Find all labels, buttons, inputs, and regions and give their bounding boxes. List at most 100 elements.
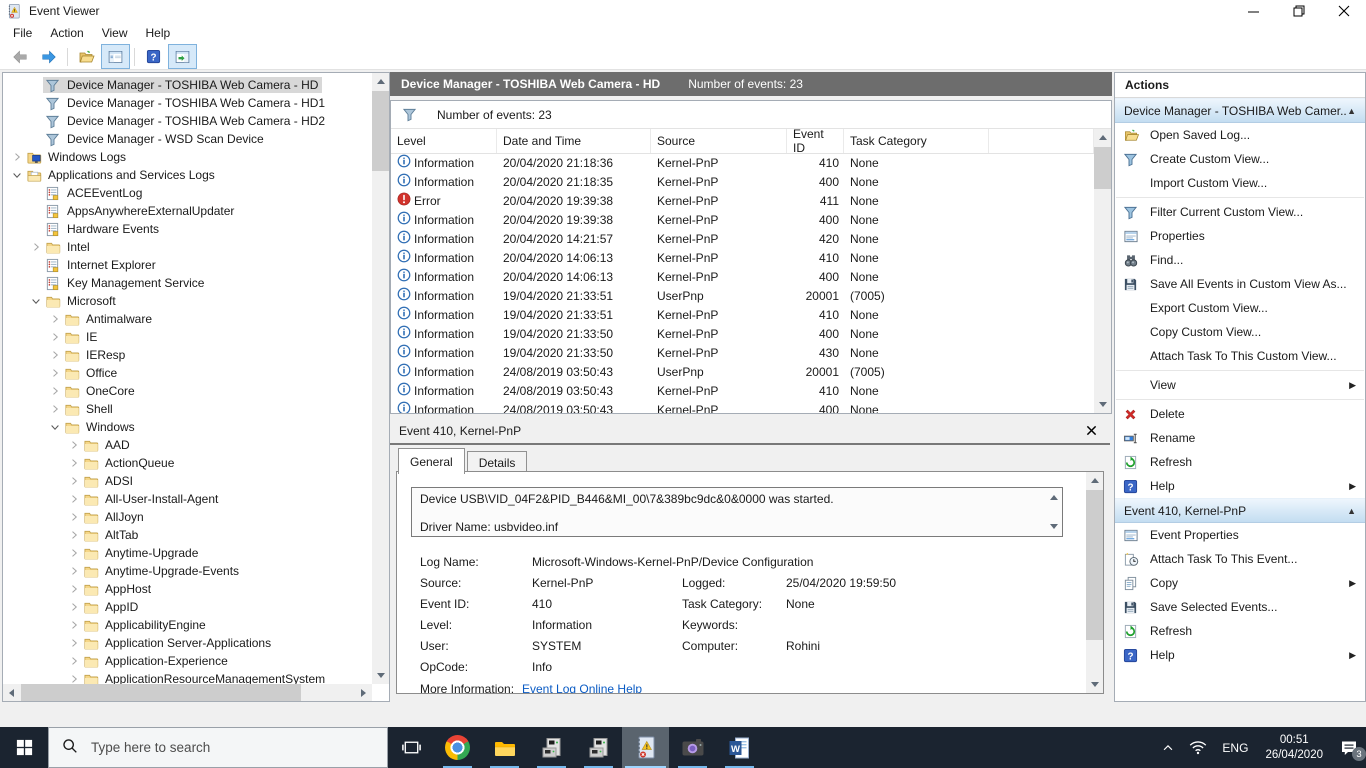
tree-item-aad[interactable]: AAD xyxy=(3,436,372,454)
action-refresh[interactable]: Refresh xyxy=(1115,450,1365,474)
tree-item-applications-and-services-logs[interactable]: Applications and Services Logs xyxy=(3,166,372,184)
forward-icon[interactable] xyxy=(34,44,63,69)
restore-button[interactable] xyxy=(1276,0,1321,22)
scroll-down-icon[interactable] xyxy=(1086,676,1103,693)
action-rename[interactable]: Rename xyxy=(1115,426,1365,450)
tree-item-hardware-events[interactable]: Hardware Events xyxy=(3,220,372,238)
message-scroll-up-icon[interactable] xyxy=(1047,491,1061,503)
task-view-button[interactable] xyxy=(388,727,434,768)
open-saved-log-icon[interactable] xyxy=(72,44,101,69)
chevron-right-icon[interactable] xyxy=(28,240,43,255)
chevron-right-icon[interactable] xyxy=(66,456,81,471)
event-row[interactable]: Information 20/04/2020 14:21:57 Kernel-PnP… xyxy=(391,229,1094,248)
scrollbar-thumb[interactable] xyxy=(1086,490,1103,640)
scroll-up-icon[interactable] xyxy=(1086,472,1103,489)
chevron-right-icon[interactable] xyxy=(66,582,81,597)
back-icon[interactable] xyxy=(5,44,34,69)
wifi-icon[interactable] xyxy=(1182,727,1214,768)
scrollbar-thumb[interactable] xyxy=(21,684,301,701)
tree-item-alttab[interactable]: AltTab xyxy=(3,526,372,544)
chevron-right-icon[interactable] xyxy=(66,564,81,579)
collapse-icon[interactable]: ▲ xyxy=(1347,106,1356,116)
event-row[interactable]: Information 20/04/2020 19:39:38 Kernel-PnP… xyxy=(391,210,1094,229)
chevron-down-icon[interactable] xyxy=(9,168,24,183)
chevron-right-icon[interactable] xyxy=(47,366,62,381)
menu-help[interactable]: Help xyxy=(137,23,180,43)
chevron-down-icon[interactable] xyxy=(47,420,62,435)
details-vertical-scrollbar[interactable] xyxy=(1086,472,1103,693)
action-save-all-events-in-custom-view-as[interactable]: Save All Events in Custom View As... xyxy=(1115,272,1365,296)
event-row[interactable]: Information 20/04/2020 21:18:36 Kernel-PnP… xyxy=(391,153,1094,172)
action-find[interactable]: Find... xyxy=(1115,248,1365,272)
chevron-right-icon[interactable] xyxy=(66,510,81,525)
column-header-event-id[interactable]: Event ID xyxy=(787,127,844,155)
event-row[interactable]: Information 20/04/2020 14:06:13 Kernel-PnP… xyxy=(391,248,1094,267)
taskbar-app-device-manager[interactable] xyxy=(528,727,575,768)
column-header-source[interactable]: Source xyxy=(651,129,787,153)
action-export-custom-view[interactable]: Export Custom View... xyxy=(1115,296,1365,320)
tree-item-microsoft[interactable]: Microsoft xyxy=(3,292,372,310)
tree-item-key-management-service[interactable]: Key Management Service xyxy=(3,274,372,292)
tree-item-device-manager-toshiba-web-camera-hd[interactable]: Device Manager - TOSHIBA Web Camera - HD xyxy=(3,76,372,94)
chevron-right-icon[interactable] xyxy=(47,312,62,327)
chevron-down-icon[interactable] xyxy=(28,294,43,309)
chevron-right-icon[interactable] xyxy=(66,438,81,453)
tree-item-alljoyn[interactable]: AllJoyn xyxy=(3,508,372,526)
chevron-right-icon[interactable] xyxy=(66,474,81,489)
menu-file[interactable]: File xyxy=(4,23,41,43)
action-copy-custom-view[interactable]: Copy Custom View... xyxy=(1115,320,1365,344)
column-header-task-category[interactable]: Task Category xyxy=(844,129,989,153)
chevron-right-icon[interactable] xyxy=(66,528,81,543)
tree-item-all-user-install-agent[interactable]: All-User-Install-Agent xyxy=(3,490,372,508)
tree-item-appsanywhereexternalupdater[interactable]: AppsAnywhereExternalUpdater xyxy=(3,202,372,220)
close-icon[interactable] xyxy=(1082,424,1101,439)
scroll-left-icon[interactable] xyxy=(3,684,20,701)
action-open-saved-log[interactable]: Open Saved Log... xyxy=(1115,123,1365,147)
action-copy[interactable]: Copy ▶ xyxy=(1115,571,1365,595)
event-row[interactable]: Information 24/08/2019 03:50:43 Kernel-PnP… xyxy=(391,381,1094,400)
action-properties[interactable]: Properties xyxy=(1115,224,1365,248)
column-header-level[interactable]: Level xyxy=(391,129,497,153)
scroll-down-icon[interactable] xyxy=(372,667,389,684)
tree-item-aceeventlog[interactable]: ACEEventLog xyxy=(3,184,372,202)
list-vertical-scrollbar[interactable] xyxy=(1094,129,1111,413)
action-attach-task-to-this-custom-view[interactable]: Attach Task To This Custom View... xyxy=(1115,344,1365,368)
tree-item-onecore[interactable]: OneCore xyxy=(3,382,372,400)
action-help[interactable]: ? Help ▶ xyxy=(1115,643,1365,667)
taskbar-app-camera[interactable] xyxy=(669,727,716,768)
tree-item-device-manager-wsd-scan-device[interactable]: Device Manager - WSD Scan Device xyxy=(3,130,372,148)
chevron-right-icon[interactable] xyxy=(66,546,81,561)
help-icon[interactable]: ? xyxy=(139,44,168,69)
tree-item-applicationresourcemanagementsystem[interactable]: ApplicationResourceManagementSystem xyxy=(3,670,372,684)
scroll-down-icon[interactable] xyxy=(1094,396,1111,413)
event-row[interactable]: Information 24/08/2019 03:50:43 Kernel-PnP… xyxy=(391,400,1094,413)
action-attach-task-to-this-event[interactable]: Attach Task To This Event... xyxy=(1115,547,1365,571)
notification-icon[interactable]: 3 xyxy=(1332,727,1366,768)
chevron-right-icon[interactable] xyxy=(66,618,81,633)
show-action-pane-icon[interactable] xyxy=(168,44,197,69)
scroll-up-icon[interactable] xyxy=(372,73,389,90)
chevron-right-icon[interactable] xyxy=(66,600,81,615)
show-console-tree-icon[interactable] xyxy=(101,44,130,69)
taskbar-app-device-manager-2[interactable] xyxy=(575,727,622,768)
tree-item-appid[interactable]: AppID xyxy=(3,598,372,616)
taskbar-app-event-viewer[interactable] xyxy=(622,727,669,768)
chevron-right-icon[interactable] xyxy=(47,348,62,363)
action-refresh[interactable]: Refresh xyxy=(1115,619,1365,643)
menu-action[interactable]: Action xyxy=(41,23,92,43)
language-indicator[interactable]: ENG xyxy=(1214,741,1256,755)
event-row[interactable]: Information 19/04/2020 21:33:50 Kernel-PnP… xyxy=(391,343,1094,362)
chevron-right-icon[interactable] xyxy=(47,330,62,345)
chevron-right-icon[interactable] xyxy=(66,492,81,507)
collapse-icon[interactable]: ▲ xyxy=(1347,506,1356,516)
event-row[interactable]: Information 19/04/2020 21:33:50 Kernel-PnP… xyxy=(391,324,1094,343)
taskbar-clock[interactable]: 00:51 26/04/2020 xyxy=(1256,733,1332,763)
event-row[interactable]: Information 19/04/2020 21:33:51 UserPnp 200… xyxy=(391,286,1094,305)
tree-item-anytime-upgrade-events[interactable]: Anytime-Upgrade-Events xyxy=(3,562,372,580)
tree-item-device-manager-toshiba-web-camera-hd2[interactable]: Device Manager - TOSHIBA Web Camera - HD… xyxy=(3,112,372,130)
action-create-custom-view[interactable]: Create Custom View... xyxy=(1115,147,1365,171)
action-save-selected-events[interactable]: Save Selected Events... xyxy=(1115,595,1365,619)
tree-item-application-experience[interactable]: Application-Experience xyxy=(3,652,372,670)
tree-item-windows-logs[interactable]: Windows Logs xyxy=(3,148,372,166)
tree-item-intel[interactable]: Intel xyxy=(3,238,372,256)
